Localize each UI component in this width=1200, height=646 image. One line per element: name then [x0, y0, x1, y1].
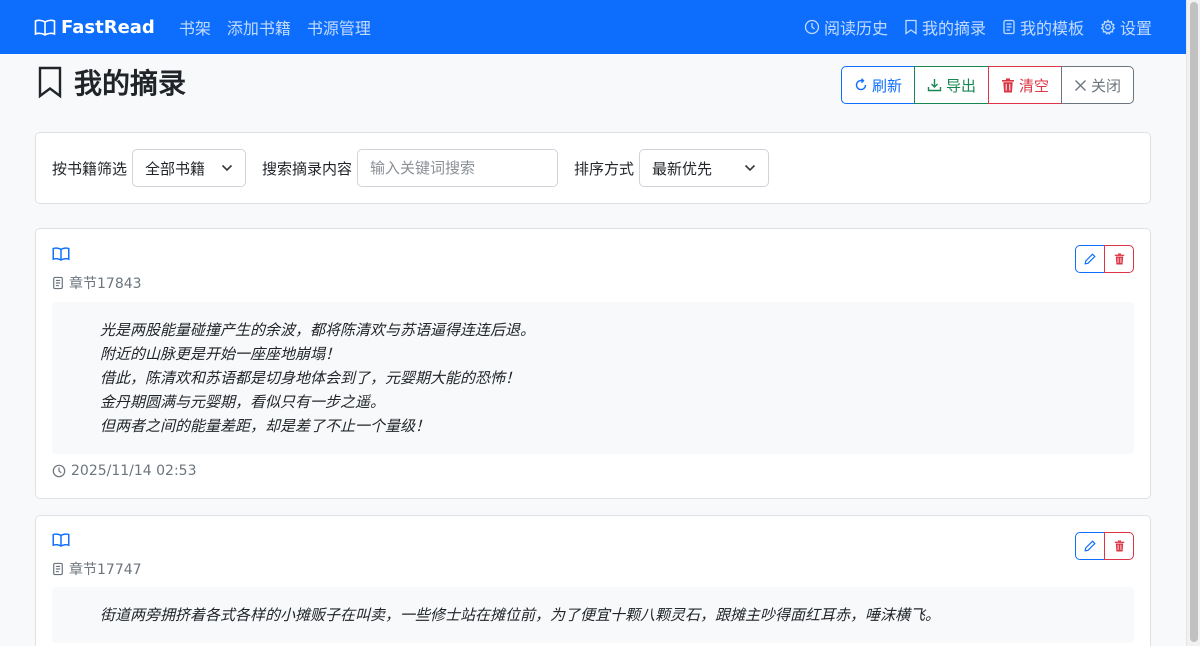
nav-settings-label: 设置 — [1119, 19, 1152, 38]
nav-source-manage[interactable]: 书源管理 — [307, 15, 371, 39]
nav-right: 阅读历史 我的摘录 我的模板 设置 — [804, 15, 1152, 39]
chevron-down-icon — [221, 164, 233, 172]
chapter-label: 章节17843 — [69, 276, 142, 292]
file-text-icon — [53, 562, 63, 576]
sort-label: 排序方式 — [574, 159, 635, 178]
export-label: 导出 — [946, 76, 977, 95]
nav-my-templates[interactable]: 我的模板 — [1002, 15, 1084, 39]
nav-bookshelf[interactable]: 书架 — [179, 15, 211, 39]
navbar: FastRead 书架 添加书籍 书源管理 阅读历史 我的摘录 我的模板 设置 — [0, 0, 1186, 54]
pencil-icon — [1084, 253, 1096, 265]
excerpt-line: 但两者之间的能量差距，却是差了不止一个量级！ — [100, 417, 431, 435]
trash-icon — [1002, 77, 1015, 92]
trash-icon — [1114, 253, 1124, 265]
file-text-icon — [53, 276, 63, 290]
nav-left: 书架 添加书籍 书源管理 — [179, 15, 371, 39]
timestamp-text: 2025/11/14 02:53 — [71, 463, 197, 479]
nav-settings[interactable]: 设置 — [1100, 15, 1152, 39]
gear-icon — [1100, 19, 1116, 35]
edit-button[interactable] — [1075, 245, 1105, 273]
page-scrollbar[interactable] — [1186, 0, 1200, 646]
brand-name: FastRead — [61, 16, 155, 38]
bookmark-icon — [905, 19, 917, 35]
delete-button[interactable] — [1104, 532, 1134, 560]
open-book-icon[interactable] — [52, 532, 70, 547]
file-text-icon — [1003, 19, 1015, 35]
close-icon — [1075, 79, 1087, 91]
card-actions — [1075, 532, 1134, 560]
sort-value: 最新优先 — [652, 159, 713, 178]
chapter-label: 章节17747 — [69, 562, 142, 578]
excerpt-quote: 街道两旁拥挤着各式各样的小摊贩子在叫卖，一些修士站在摊位前，为了便宜十颗八颗灵石… — [52, 587, 1134, 643]
page-title-text: 我的摘录 — [74, 67, 187, 100]
bookmark-icon — [38, 66, 62, 99]
action-button-group: 刷新 导出 清空 关闭 — [841, 66, 1135, 104]
book-filter-select[interactable]: 全部书籍 — [132, 149, 247, 187]
export-button[interactable]: 导出 — [914, 66, 990, 104]
excerpt-line: 街道两旁拥挤着各式各样的小摊贩子在叫卖，一些修士站在摊位前，为了便宜十颗八颗灵石… — [100, 606, 941, 624]
nav-add-book[interactable]: 添加书籍 — [227, 15, 291, 39]
nav-reading-history-label: 阅读历史 — [823, 19, 888, 38]
excerpt-line: 金丹期圆满与元婴期，看似只有一步之遥。 — [100, 393, 386, 411]
refresh-label: 刷新 — [872, 76, 903, 95]
book-filter-value: 全部书籍 — [145, 159, 206, 178]
open-book-icon — [34, 19, 56, 36]
excerpt-card: 章节17747 街道两旁拥挤着各式各样的小摊贩子在叫卖，一些修士站在摊位前，为了… — [35, 515, 1151, 646]
excerpt-line: 附近的山脉更是开始一座座地崩塌！ — [100, 345, 341, 363]
download-icon — [927, 79, 942, 92]
book-filter-label: 按书籍筛选 — [52, 159, 128, 178]
clear-label: 清空 — [1019, 76, 1050, 95]
chapter-info: 章节17843 — [52, 273, 142, 293]
page-title: 我的摘录 — [36, 62, 186, 102]
pencil-icon — [1084, 540, 1096, 552]
nav-my-excerpts[interactable]: 我的摘录 — [904, 15, 986, 39]
nav-my-templates-label: 我的模板 — [1019, 19, 1084, 38]
search-label: 搜索摘录内容 — [262, 159, 353, 178]
scrollbar-thumb[interactable] — [1190, 2, 1198, 642]
card-actions — [1075, 245, 1134, 273]
delete-button[interactable] — [1104, 245, 1134, 273]
nav-my-excerpts-label: 我的摘录 — [921, 19, 986, 38]
excerpt-timestamp: 2025/11/14 02:53 — [52, 463, 197, 479]
trash-icon — [1114, 540, 1124, 552]
refresh-icon — [855, 78, 867, 91]
excerpt-line: 光是两股能量碰撞产生的余波，都将陈清欢与苏语逼得连连后退。 — [100, 321, 536, 339]
open-book-icon[interactable] — [52, 246, 70, 261]
close-button[interactable]: 关闭 — [1061, 66, 1135, 104]
chevron-down-icon — [744, 164, 756, 172]
filter-card: 按书籍筛选 全部书籍 搜索摘录内容 排序方式 最新优先 — [35, 132, 1151, 204]
clock-icon — [52, 464, 66, 478]
nav-reading-history[interactable]: 阅读历史 — [804, 15, 888, 39]
excerpt-quote: 光是两股能量碰撞产生的余波，都将陈清欢与苏语逼得连连后退。 附近的山脉更是开始一… — [52, 302, 1134, 454]
clear-button[interactable]: 清空 — [988, 66, 1063, 104]
search-input[interactable] — [357, 149, 559, 187]
edit-button[interactable] — [1075, 532, 1105, 560]
excerpt-card: 章节17843 光是两股能量碰撞产生的余波，都将陈清欢与苏语逼得连连后退。 附近… — [35, 228, 1151, 499]
chapter-info: 章节17747 — [52, 559, 142, 579]
sort-select[interactable]: 最新优先 — [639, 149, 770, 187]
close-label: 关闭 — [1091, 76, 1122, 95]
excerpt-line: 借此，陈清欢和苏语都是切身地体会到了，元婴期大能的恐怖！ — [100, 369, 521, 387]
refresh-button[interactable]: 刷新 — [841, 66, 916, 104]
brand-link[interactable]: FastRead — [34, 17, 155, 38]
clock-icon — [804, 19, 820, 35]
